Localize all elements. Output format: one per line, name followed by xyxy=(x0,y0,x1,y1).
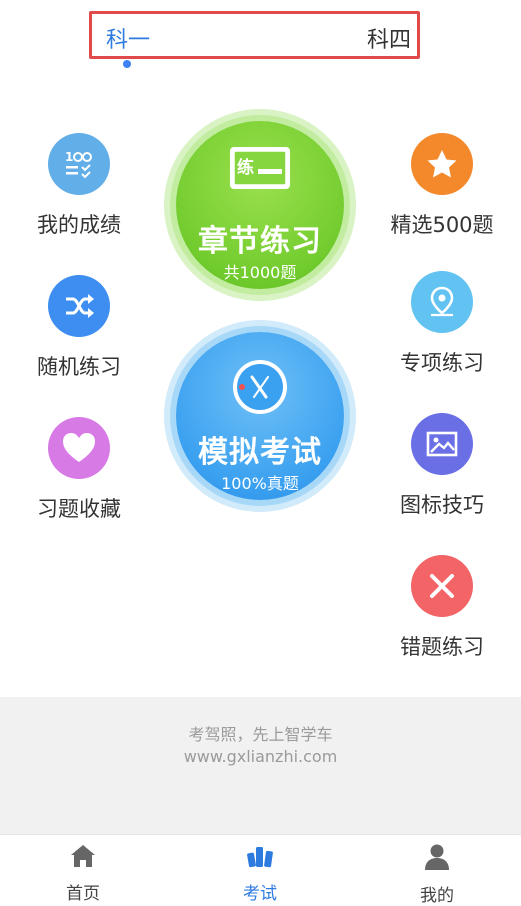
chapter-practice-subtitle: 共1000题 xyxy=(223,263,297,282)
selected-500-label: 精选500题 xyxy=(390,213,494,237)
bottom-nav-bar: 首页 考试 我的 xyxy=(0,834,521,906)
image-icon xyxy=(411,413,473,475)
nav-exam[interactable]: 考试 xyxy=(210,843,310,904)
promo-slogan: 考驾照，先上智学车 xyxy=(188,725,333,744)
wrong-icon xyxy=(411,555,473,617)
mock-exam-subtitle: 100%真题 xyxy=(221,474,299,493)
wrong-questions-button[interactable]: 错题练习 xyxy=(382,555,502,661)
question-favorites-label: 习题收藏 xyxy=(37,497,121,521)
practice-book-icon: 练 xyxy=(228,145,292,193)
nav-profile[interactable]: 我的 xyxy=(387,843,487,906)
sign-tips-label: 图标技巧 xyxy=(400,493,484,517)
mock-exam-circle: 模拟考试 100%真题 xyxy=(176,332,344,500)
mock-exam-button[interactable]: 模拟考试 100%真题 xyxy=(164,320,356,512)
my-scores-label: 我的成绩 xyxy=(37,213,121,237)
chapter-practice-button[interactable]: 练 章节练习 共1000题 xyxy=(164,109,356,301)
promo-banner: 考驾照，先上智学车 www.gxlianzhi.com xyxy=(0,697,521,834)
mock-exam-title: 模拟考试 xyxy=(198,435,322,470)
wrong-questions-label: 错题练习 xyxy=(400,635,484,659)
location-icon xyxy=(411,271,473,333)
chapter-practice-circle: 练 章节练习 共1000题 xyxy=(176,121,344,289)
tab-subject-one[interactable]: 科一 xyxy=(106,22,150,54)
nav-exam-label: 考试 xyxy=(243,884,277,904)
score-icon: 1 xyxy=(48,133,110,195)
nav-profile-label: 我的 xyxy=(420,886,454,906)
heart-icon xyxy=(48,417,110,479)
shuffle-icon xyxy=(48,275,110,337)
active-tab-indicator xyxy=(123,60,131,68)
svg-text:1: 1 xyxy=(65,150,73,164)
random-practice-button[interactable]: 随机练习 xyxy=(19,275,139,381)
clock-icon xyxy=(230,357,290,417)
selected-500-button[interactable]: 精选500题 xyxy=(382,133,502,239)
practice-badge: 练 xyxy=(237,158,254,178)
nav-home[interactable]: 首页 xyxy=(33,843,133,904)
star-icon xyxy=(411,133,473,195)
subject-tab-bar: 科一 科四 xyxy=(89,11,420,59)
my-scores-button[interactable]: 1 我的成绩 xyxy=(19,133,139,239)
chapter-practice-title: 章节练习 xyxy=(198,224,322,259)
special-practice-label: 专项练习 xyxy=(400,351,484,375)
question-favorites-button[interactable]: 习题收藏 xyxy=(19,417,139,523)
tab-subject-four[interactable]: 科四 xyxy=(367,22,411,54)
special-practice-button[interactable]: 专项练习 xyxy=(382,271,502,377)
promo-website: www.gxlianzhi.com xyxy=(183,747,338,766)
nav-home-label: 首页 xyxy=(66,884,100,904)
home-icon xyxy=(33,843,133,873)
exam-icon xyxy=(210,843,310,873)
profile-icon xyxy=(387,843,487,875)
sign-tips-button[interactable]: 图标技巧 xyxy=(382,413,502,519)
random-practice-label: 随机练习 xyxy=(37,355,121,379)
